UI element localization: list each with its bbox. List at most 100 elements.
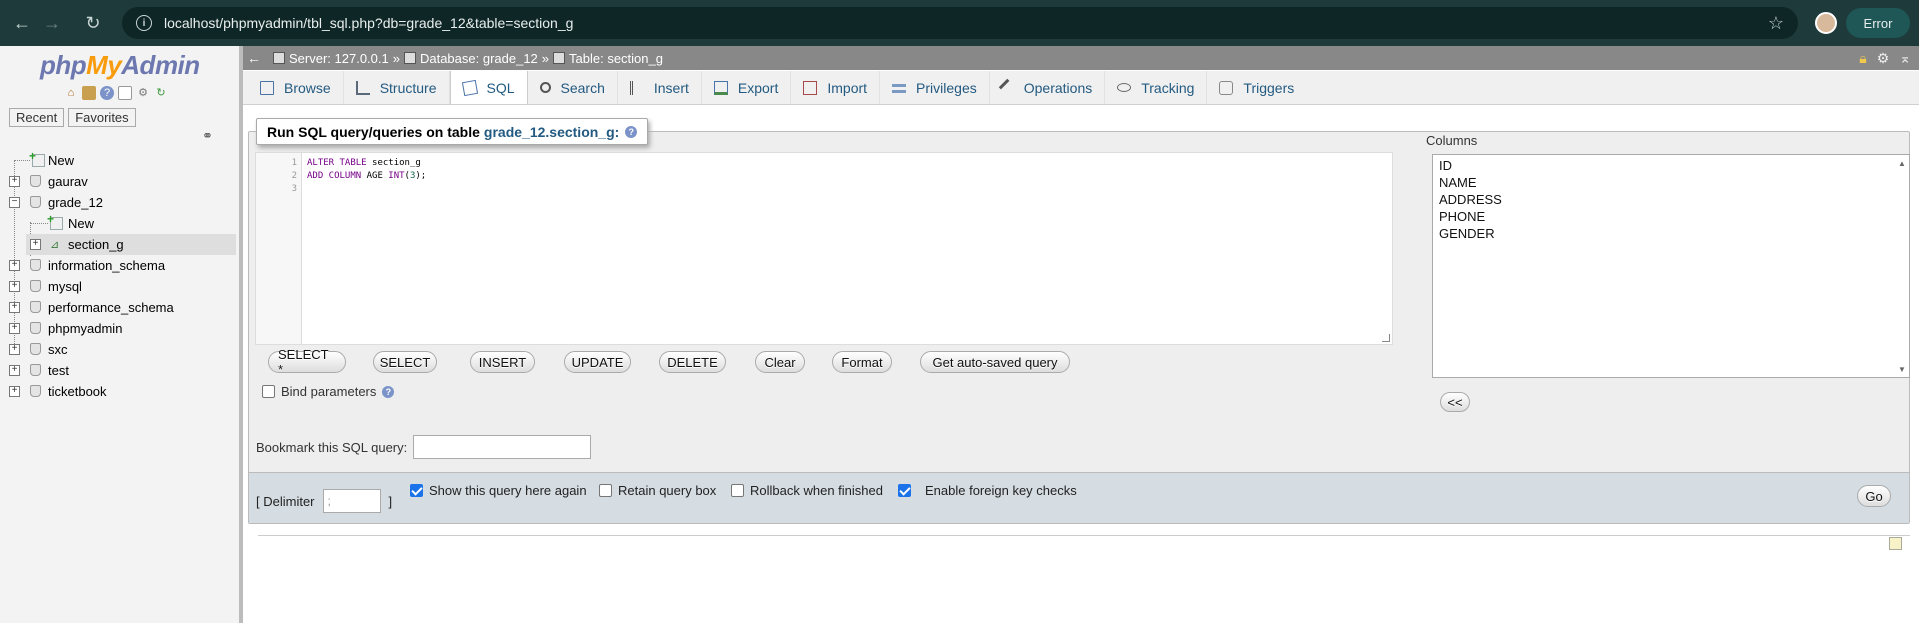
tree-item-label[interactable]: test xyxy=(48,363,69,378)
error-badge[interactable]: Error xyxy=(1846,8,1910,38)
format-button[interactable]: Format xyxy=(832,351,892,373)
forward-arrow-icon[interactable]: → xyxy=(37,8,67,38)
tree-item-label[interactable]: mysql xyxy=(48,279,82,294)
tab-search[interactable]: Search xyxy=(528,71,618,104)
rollback-option[interactable]: Rollback when finished xyxy=(731,483,883,498)
column-option[interactable]: NAME xyxy=(1439,175,1477,190)
clear-button[interactable]: Clear xyxy=(755,351,805,373)
settings-gear-icon[interactable]: ⚙ xyxy=(1877,50,1890,67)
tab-privileges[interactable]: Privileges xyxy=(880,71,990,104)
collapse-icon[interactable]: ⌅ xyxy=(1899,50,1911,67)
link-with-main-panel-icon[interactable]: ⚭ xyxy=(202,128,213,144)
delimiter-input[interactable]: ; xyxy=(322,489,381,513)
show-query-again-option[interactable]: Show this query here again xyxy=(410,483,587,498)
expand-icon[interactable]: + xyxy=(30,239,41,250)
column-option[interactable]: PHONE xyxy=(1439,209,1485,224)
help-icon[interactable]: ? xyxy=(100,86,114,100)
panel-resize-handle[interactable] xyxy=(239,46,243,623)
retain-query-box-label[interactable]: Retain query box xyxy=(618,483,716,498)
tree-item-grade-12[interactable]: − grade_12 xyxy=(0,192,236,213)
breadcrumb-table[interactable]: Table: section_g xyxy=(569,51,663,66)
foreign-key-checks-checkbox[interactable] xyxy=(898,484,911,497)
collapse-icon[interactable]: − xyxy=(9,197,20,208)
profile-avatar[interactable] xyxy=(1815,12,1837,34)
get-auto-saved-query-button[interactable]: Get auto-saved query xyxy=(920,351,1070,373)
columns-listbox[interactable]: ID NAME ADDRESS PHONE GENDER ▲ ▼ xyxy=(1432,154,1910,378)
retain-query-box-option[interactable]: Retain query box xyxy=(599,483,716,498)
columns-scrollbar[interactable]: ▲ ▼ xyxy=(1895,155,1909,377)
expand-icon[interactable]: + xyxy=(9,386,20,397)
reload-icon[interactable]: ↻ xyxy=(78,8,108,38)
tree-item-ticketbook[interactable]: + ticketbook xyxy=(0,381,236,402)
lock-icon[interactable]: 🔒︎ xyxy=(1859,50,1866,67)
bookmark-input[interactable] xyxy=(413,435,592,459)
tree-item-label[interactable]: grade_12 xyxy=(48,195,103,210)
tree-item-label[interactable]: ticketbook xyxy=(48,384,107,399)
favorites-button[interactable]: Favorites xyxy=(68,108,136,127)
bind-parameters-label[interactable]: Bind parameters xyxy=(281,384,376,399)
tree-item-label[interactable]: New xyxy=(48,153,74,168)
tree-item-label[interactable]: performance_schema xyxy=(48,300,174,315)
tab-tracking[interactable]: Tracking xyxy=(1105,71,1208,104)
reload-nav-icon[interactable]: ↻ xyxy=(154,86,168,100)
tree-item-phpmyadmin[interactable]: + phpmyadmin xyxy=(0,318,236,339)
site-info-icon[interactable]: i xyxy=(136,15,152,31)
collapse-nav-arrow-icon[interactable]: ← xyxy=(243,50,265,66)
insert-button[interactable]: INSERT xyxy=(470,351,535,373)
editor-resize-grip-icon[interactable] xyxy=(1382,334,1390,342)
tree-item-new-table[interactable]: New xyxy=(0,212,236,234)
home-icon[interactable]: ⌂ xyxy=(64,86,78,100)
show-query-again-label[interactable]: Show this query here again xyxy=(429,483,587,498)
tab-operations[interactable]: Operations xyxy=(990,71,1106,104)
delete-button[interactable]: DELETE xyxy=(659,351,726,373)
scroll-up-icon[interactable]: ▲ xyxy=(1898,159,1906,168)
foreign-key-checks-option[interactable]: Enable foreign key checks xyxy=(898,483,1077,498)
sql-editor[interactable]: 1 2 3 ALTER TABLE section_g ADD COLUMN A… xyxy=(255,152,1393,345)
help-icon[interactable]: ? xyxy=(382,385,395,398)
tree-item-mysql[interactable]: + mysql xyxy=(0,276,236,297)
show-query-again-checkbox[interactable] xyxy=(410,484,423,497)
rollback-label[interactable]: Rollback when finished xyxy=(750,483,883,498)
tab-structure[interactable]: Structure xyxy=(344,71,450,104)
tab-browse[interactable]: Browse xyxy=(248,71,344,104)
address-bar[interactable]: i localhost/phpmyadmin/tbl_sql.php?db=gr… xyxy=(122,7,1798,39)
expand-icon[interactable]: + xyxy=(9,260,20,271)
tab-export[interactable]: Export xyxy=(702,71,792,104)
expand-icon[interactable]: + xyxy=(9,344,20,355)
go-button[interactable]: Go xyxy=(1857,485,1891,507)
help-icon[interactable]: ? xyxy=(625,125,638,138)
bind-parameters-checkbox[interactable] xyxy=(262,385,275,398)
tree-item-performance-schema[interactable]: + performance_schema xyxy=(0,297,236,318)
expand-icon[interactable]: + xyxy=(9,365,20,376)
tree-item-new[interactable]: New xyxy=(0,149,236,171)
tree-item-label[interactable]: phpmyadmin xyxy=(48,321,122,336)
breadcrumb-database[interactable]: Database: grade_12 xyxy=(420,51,538,66)
expand-icon[interactable]: + xyxy=(9,281,20,292)
tree-item-label[interactable]: section_g xyxy=(68,237,124,252)
expand-icon[interactable]: + xyxy=(9,176,20,187)
docs-icon[interactable] xyxy=(118,86,132,100)
bookmark-star-icon[interactable]: ☆ xyxy=(1768,13,1784,34)
tab-triggers[interactable]: Triggers xyxy=(1207,71,1306,104)
select-star-button[interactable]: SELECT * xyxy=(268,347,346,377)
tree-item-gaurav[interactable]: + gaurav xyxy=(0,171,236,192)
tree-item-label[interactable]: gaurav xyxy=(48,174,88,189)
tab-sql[interactable]: SQL xyxy=(449,71,528,104)
column-option[interactable]: GENDER xyxy=(1439,226,1495,241)
tree-item-label[interactable]: information_schema xyxy=(48,258,165,273)
tab-insert[interactable]: Insert xyxy=(618,71,702,104)
tree-item-label[interactable]: New xyxy=(68,216,94,231)
console-icon[interactable] xyxy=(1889,537,1902,550)
expand-icon[interactable]: + xyxy=(9,323,20,334)
update-button[interactable]: UPDATE xyxy=(564,351,631,373)
breadcrumb-server[interactable]: Server: 127.0.0.1 xyxy=(289,51,389,66)
insert-column-button[interactable]: << xyxy=(1440,392,1470,412)
settings-gear-icon[interactable]: ⚙ xyxy=(136,86,150,100)
column-option[interactable]: ADDRESS xyxy=(1439,192,1502,207)
tree-item-label[interactable]: sxc xyxy=(48,342,68,357)
tab-import[interactable]: Import xyxy=(791,71,881,104)
column-option[interactable]: ID xyxy=(1439,158,1452,173)
recent-button[interactable]: Recent xyxy=(9,108,65,127)
expand-icon[interactable]: + xyxy=(9,302,20,313)
scroll-down-icon[interactable]: ▼ xyxy=(1898,365,1906,374)
